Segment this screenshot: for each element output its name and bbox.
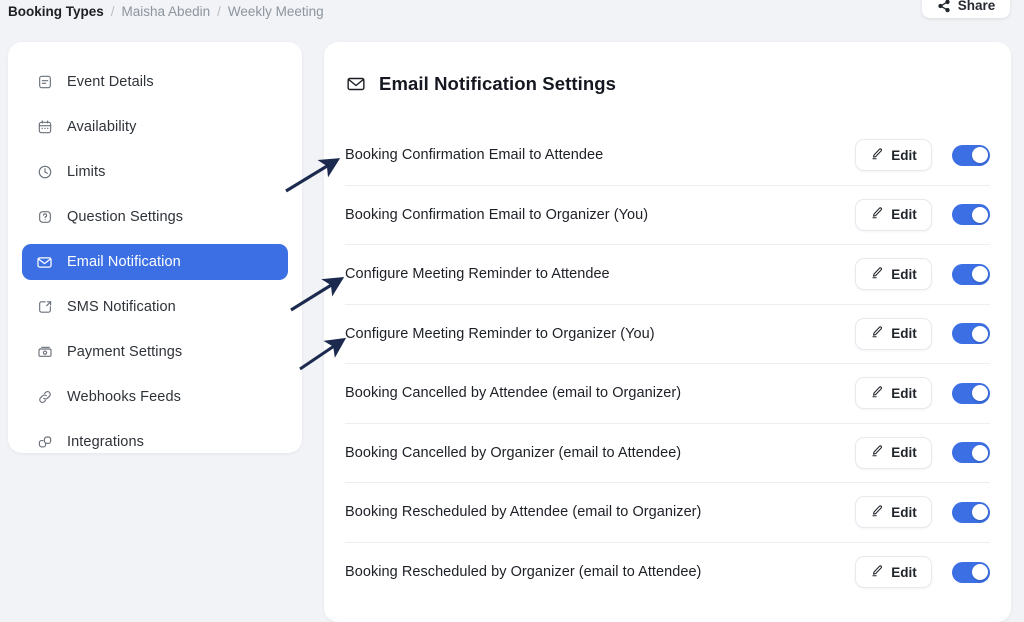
integrations-icon (36, 434, 53, 451)
sidebar-item-label: Integrations (67, 434, 144, 450)
notification-toggle[interactable] (952, 501, 990, 523)
pencil-icon (870, 385, 884, 402)
sidebar-item-label: Email Notification (67, 254, 181, 270)
share-button-label: Share (957, 0, 996, 13)
notification-toggle[interactable] (952, 144, 990, 166)
toggle-knob (971, 444, 988, 461)
notification-row: Configure Meeting Reminder to Attendee E… (345, 245, 990, 305)
sidebar-item-label: Question Settings (67, 209, 184, 225)
sidebar-item-question-settings[interactable]: Question Settings (22, 199, 288, 235)
sidebar-item-availability[interactable]: Availability (22, 109, 288, 145)
sms-icon (36, 299, 53, 316)
calendar-icon (36, 119, 53, 136)
notification-toggle[interactable] (952, 263, 990, 285)
breadcrumb-item-maisha-abedin[interactable]: Maisha Abedin (122, 4, 211, 19)
edit-button-label: Edit (891, 504, 917, 520)
notification-toggle[interactable] (952, 561, 990, 583)
edit-button-label: Edit (891, 266, 917, 282)
toggle-knob (971, 564, 988, 581)
edit-button[interactable]: Edit (855, 258, 932, 291)
sidebar-item-label: Webhooks Feeds (67, 389, 181, 405)
panel-header: Email Notification Settings (345, 42, 990, 126)
edit-button[interactable]: Edit (855, 198, 932, 231)
notification-toggle[interactable] (952, 204, 990, 226)
sidebar-item-sms-notification[interactable]: SMS Notification (22, 289, 288, 325)
toggle-knob (971, 325, 988, 342)
notification-row: Booking Cancelled by Attendee (email to … (345, 364, 990, 424)
pencil-icon (870, 564, 884, 581)
notification-row-label: Booking Rescheduled by Organizer (email … (345, 564, 702, 581)
sidebar-item-label: Limits (67, 164, 106, 180)
sidebar-item-email-notification[interactable]: Email Notification (22, 244, 288, 280)
envelope-icon (346, 74, 366, 94)
sidebar-item-label: SMS Notification (67, 299, 176, 315)
edit-button-label: Edit (891, 385, 917, 401)
edit-button[interactable]: Edit (855, 377, 932, 410)
notification-row-label: Booking Cancelled by Attendee (email to … (345, 385, 682, 402)
toggle-knob (971, 206, 988, 223)
sidebar-item-label: Availability (67, 119, 137, 135)
notification-row-label: Booking Cancelled by Organizer (email to… (345, 444, 682, 461)
notification-row: Booking Rescheduled by Organizer (email … (345, 543, 990, 603)
edit-button[interactable]: Edit (855, 556, 932, 589)
notification-toggle[interactable] (952, 323, 990, 345)
share-nodes-icon (937, 0, 951, 13)
link-icon (36, 389, 53, 406)
pencil-icon (870, 504, 884, 521)
notification-row: Booking Cancelled by Organizer (email to… (345, 424, 990, 483)
edit-button-label: Edit (891, 564, 917, 580)
edit-button-label: Edit (891, 445, 917, 460)
sidebar-item-event-details[interactable]: Event Details (22, 64, 288, 100)
toggle-knob (971, 385, 988, 402)
toggle-knob (971, 504, 988, 521)
sidebar-item-limits[interactable]: Limits (22, 154, 288, 190)
sidebar-item-label: Event Details (67, 74, 154, 90)
notification-row-label: Configure Meeting Reminder to Attendee (345, 266, 610, 283)
sidebar-item-payment-settings[interactable]: Payment Settings (22, 334, 288, 370)
breadcrumb-bar: Booking Types / Maisha Abedin / Weekly M… (0, 0, 1024, 22)
toggle-knob (971, 266, 988, 283)
notification-toggle[interactable] (952, 442, 990, 464)
breadcrumb-separator: / (217, 3, 221, 19)
page-title: Email Notification Settings (379, 73, 617, 94)
edit-button[interactable]: Edit (855, 496, 932, 529)
pencil-icon (870, 206, 884, 223)
clock-icon (36, 164, 53, 181)
breadcrumb-separator: / (110, 3, 115, 19)
sidebar-item-webhooks-feeds[interactable]: Webhooks Feeds (22, 379, 288, 415)
event-details-icon (36, 74, 53, 91)
pencil-icon (870, 325, 884, 342)
share-button[interactable]: Share (922, 0, 1010, 18)
edit-button[interactable]: Edit (855, 139, 932, 172)
payment-card-icon (36, 344, 53, 361)
pencil-icon (870, 444, 884, 461)
settings-sidebar: Event Details Availability Limits Questi… (8, 42, 302, 453)
email-notification-panel: Email Notification Settings Booking Conf… (324, 42, 1011, 622)
pencil-icon (870, 266, 884, 283)
question-circle-icon (36, 209, 53, 226)
edit-button[interactable]: Edit (855, 436, 932, 469)
notification-toggle[interactable] (952, 382, 990, 404)
toggle-knob (971, 147, 988, 164)
notification-row: Configure Meeting Reminder to Organizer … (345, 305, 990, 364)
notification-row: Booking Confirmation Email to Organizer … (345, 186, 990, 245)
edit-button[interactable]: Edit (855, 317, 932, 350)
sidebar-item-integrations[interactable]: Integrations (22, 424, 288, 460)
edit-button-label: Edit (891, 326, 917, 341)
notification-row-label: Booking Rescheduled by Attendee (email t… (345, 504, 702, 521)
edit-button-label: Edit (891, 207, 917, 222)
notification-row: Booking Confirmation Email to Attendee E… (345, 126, 990, 186)
notification-row: Booking Rescheduled by Attendee (email t… (345, 483, 990, 543)
breadcrumb-item-booking-types[interactable]: Booking Types (8, 4, 104, 19)
notification-row-label: Booking Confirmation Email to Attendee (345, 147, 604, 164)
notification-row-label: Booking Confirmation Email to Organizer … (345, 206, 649, 223)
envelope-icon (36, 254, 53, 271)
notification-row-label: Configure Meeting Reminder to Organizer … (345, 325, 655, 342)
edit-button-label: Edit (891, 147, 917, 163)
breadcrumb-item-weekly-meeting[interactable]: Weekly Meeting (228, 4, 324, 19)
pencil-icon (870, 147, 884, 164)
sidebar-item-label: Payment Settings (67, 344, 183, 360)
